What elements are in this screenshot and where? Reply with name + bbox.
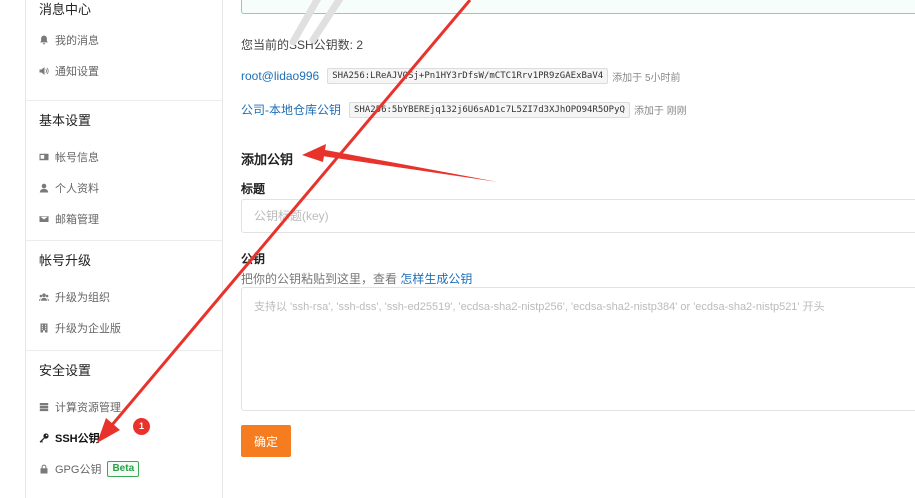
sidebar-item-profile[interactable]: 个人资料 <box>26 172 222 203</box>
server-icon <box>39 402 49 412</box>
sidebar-item-label: 升级为企业版 <box>55 322 121 335</box>
step-number-badge: 1 <box>133 418 150 435</box>
key-hint: 把你的公钥粘贴到这里，查看 怎样生成公钥 <box>241 270 472 287</box>
sidebar-item-label: 我的消息 <box>55 34 99 47</box>
sidebar-group-title: 安全设置 <box>39 363 92 378</box>
user-icon <box>39 183 49 193</box>
submit-button[interactable]: 确定 <box>241 425 291 457</box>
ssh-key-added-time: 添加于 刚刚 <box>633 106 687 117</box>
sidebar-item-label: 升级为组织 <box>55 291 110 304</box>
ssh-key-name[interactable]: 公司-本地仓库公钥 <box>241 101 341 118</box>
sidebar-item-label: GPG公钥 <box>55 463 102 476</box>
lock-icon <box>39 464 49 474</box>
sidebar-item-label: 帐号信息 <box>55 151 99 164</box>
bell-icon <box>39 35 49 45</box>
public-key-textarea[interactable] <box>241 287 915 411</box>
ssh-key-item: 公司-本地仓库公钥 SHA256:5bYBEREjq132j6U6sAD1c7L… <box>241 101 687 118</box>
title-label: 标题 <box>241 182 266 196</box>
sidebar-item-label: 个人资料 <box>55 182 99 195</box>
sidebar-item-label: 计算资源管理 <box>55 401 121 414</box>
sidebar-item-upgrade-enterprise[interactable]: 升级为企业版 <box>26 312 222 343</box>
users-icon <box>39 292 49 302</box>
sidebar-item-ssh-keys[interactable]: SSH公钥 <box>26 422 222 453</box>
ssh-key-added-time: 添加于 5小时前 <box>612 72 681 84</box>
envelope-icon <box>39 214 49 224</box>
key-title-input[interactable] <box>241 199 915 233</box>
how-to-generate-key-link[interactable]: 怎样生成公钥 <box>400 272 472 286</box>
key-label: 公钥 <box>241 252 266 266</box>
sidebar-item-notification-settings[interactable]: 通知设置 <box>26 55 222 86</box>
ssh-key-fingerprint: SHA256:5bYBEREjq132j6U6sAD1c7L5ZI7d3XJhO… <box>349 101 630 118</box>
sidebar-group-title: 消息中心 <box>39 2 92 17</box>
notice-box <box>241 0 915 14</box>
sidebar-group-title: 帐号升级 <box>39 253 92 268</box>
sidebar-group-upgrade: 帐号升级 升级为组织 升级为企业版 <box>26 241 222 351</box>
key-hint-text: 把你的公钥粘贴到这里，查看 <box>241 272 401 286</box>
ssh-keys-panel: 您当前的SSH公钥数: 2 root@lidao996 SHA256:LReAJ… <box>222 0 915 498</box>
sidebar-item-label: SSH公钥 <box>55 432 100 445</box>
sidebar-group-title: 基本设置 <box>39 113 92 128</box>
add-key-heading: 添加公钥 <box>241 152 294 167</box>
ssh-key-name[interactable]: root@lidao996 <box>241 69 319 83</box>
settings-sidebar: 消息中心 我的消息 通知设置 基本设置 帐号信息 个人资料 邮箱管理 帐号升级 … <box>25 0 223 498</box>
id-card-icon <box>39 152 49 162</box>
sidebar-group-basic: 基本设置 帐号信息 个人资料 邮箱管理 <box>26 101 222 241</box>
sidebar-item-email-management[interactable]: 邮箱管理 <box>26 203 222 234</box>
sidebar-item-gpg-keys[interactable]: GPG公钥 Beta <box>26 453 222 484</box>
sidebar-item-label: 通知设置 <box>55 65 99 78</box>
sidebar-group-security: 安全设置 计算资源管理 SSH公钥 GPG公钥 Beta <box>26 351 222 484</box>
beta-badge: Beta <box>107 460 140 477</box>
sidebar-group-messages: 消息中心 我的消息 通知设置 <box>26 0 222 101</box>
speaker-icon <box>39 66 49 76</box>
sidebar-item-compute-resources[interactable]: 计算资源管理 <box>26 391 222 422</box>
sidebar-item-my-messages[interactable]: 我的消息 <box>26 24 222 55</box>
sidebar-item-label: 邮箱管理 <box>55 213 99 226</box>
ssh-key-item: root@lidao996 SHA256:LReAJVQSj+Pn1HY3rDf… <box>241 68 681 84</box>
sidebar-item-account-info[interactable]: 帐号信息 <box>26 141 222 172</box>
key-count: 您当前的SSH公钥数: 2 <box>241 38 364 52</box>
sidebar-item-upgrade-organization[interactable]: 升级为组织 <box>26 281 222 312</box>
key-icon <box>39 432 49 443</box>
ssh-key-fingerprint: SHA256:LReAJVQSj+Pn1HY3rDfsW/mCTC1Rrv1PR… <box>327 68 609 84</box>
building-icon <box>39 323 49 333</box>
